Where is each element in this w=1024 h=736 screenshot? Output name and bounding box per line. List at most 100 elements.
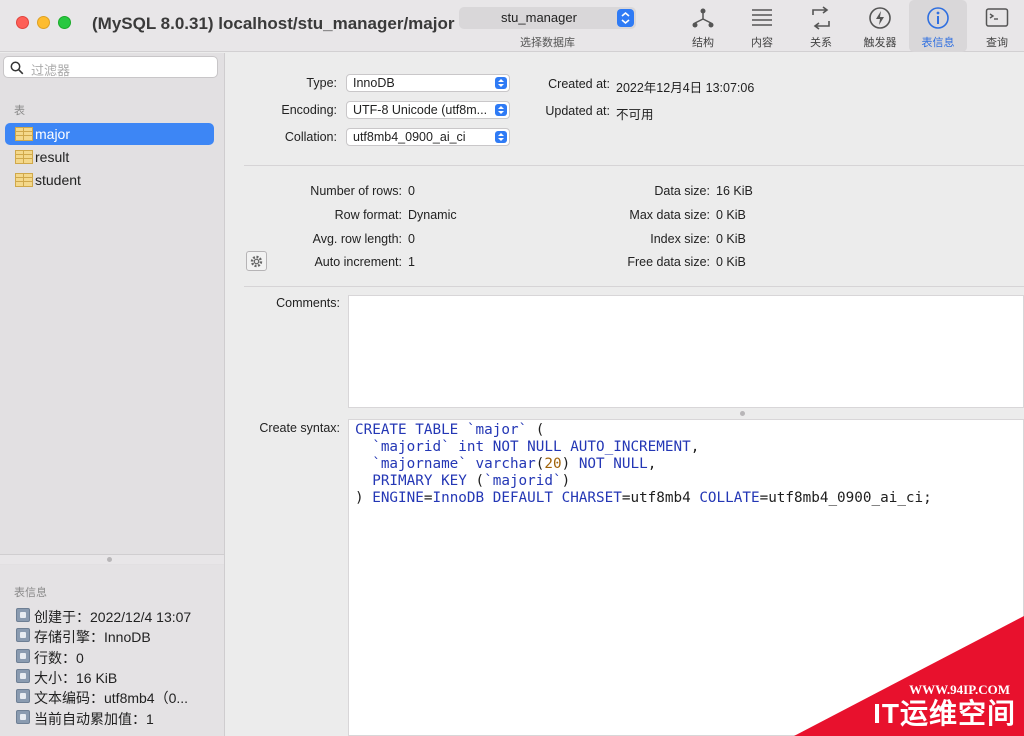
- comments-textarea[interactable]: [348, 295, 1024, 408]
- title-bar: (MySQL 8.0.31) localhost/stu_manager/maj…: [0, 0, 1024, 52]
- type-select[interactable]: InnoDB: [346, 74, 510, 92]
- divider: [244, 286, 1024, 287]
- create-syntax-label: Create syntax:: [259, 421, 340, 435]
- info-bullet-icon: [16, 710, 30, 724]
- collation-select[interactable]: utf8mb4_0900_ai_ci: [346, 128, 510, 146]
- info-rows-text: 行数：0: [34, 650, 84, 666]
- sql-identifier: `majorid`: [484, 473, 562, 489]
- table-icon: [15, 127, 33, 141]
- info-engine-text: 存储引擎：InnoDB: [34, 629, 151, 645]
- sql-number: 20: [544, 456, 562, 472]
- data-size-label: Data size:: [654, 184, 710, 198]
- index-size-value: 0 KiB: [716, 232, 746, 246]
- sidebar-table-student[interactable]: student: [5, 169, 214, 191]
- select-arrows-icon: [495, 131, 507, 143]
- sql-identifier: `majorname`: [372, 456, 467, 472]
- watermark-name: IT运维空间: [873, 698, 1016, 729]
- encoding-select[interactable]: UTF-8 Unicode (utf8m...: [346, 101, 510, 119]
- sql-keyword: ENGINE: [372, 490, 424, 506]
- index-size-label: Index size:: [650, 232, 710, 246]
- filter-input[interactable]: 过滤器: [3, 56, 218, 78]
- toolbar-table-info-label: 表信息: [921, 37, 955, 49]
- avg-row-length-value: 0: [408, 232, 415, 246]
- sql-text: ,: [647, 456, 657, 472]
- window-title: (MySQL 8.0.31) localhost/stu_manager/maj…: [92, 14, 455, 33]
- toolbar-structure-label: 结构: [692, 37, 714, 49]
- max-data-size-value: 0 KiB: [716, 208, 746, 222]
- zoom-window-button[interactable]: [58, 16, 71, 29]
- auto-increment-label: Auto increment:: [314, 255, 402, 269]
- sidebar-table-major[interactable]: major: [5, 123, 214, 145]
- splitter-handle-icon: [107, 557, 112, 562]
- toolbar-triggers-button[interactable]: 触发器: [851, 0, 909, 52]
- avg-row-length-label: Avg. row length:: [312, 232, 402, 246]
- toolbar-content-label: 内容: [751, 37, 773, 49]
- splitter-handle-icon: [740, 411, 745, 416]
- type-label: Type:: [306, 76, 337, 90]
- info-size-text: 大小：16 KiB: [34, 670, 118, 686]
- row-format-value: Dynamic: [408, 208, 457, 222]
- filter-placeholder: 过滤器: [31, 63, 71, 78]
- sidebar-table-info-panel: 表信息 创建于：2022/12/4 13:07 存储引擎：InnoDB 行数：0…: [0, 565, 224, 736]
- tables-section-label: 表: [14, 105, 25, 117]
- sql-text: ): [561, 456, 571, 472]
- sql-text: =utf8mb4: [621, 490, 700, 506]
- query-icon: [985, 8, 1009, 27]
- rows-value: 0: [408, 184, 415, 198]
- info-created-text: 创建于：2022/12/4 13:07: [34, 609, 192, 625]
- relations-icon: [812, 6, 830, 30]
- sql-keyword: NOT NULL: [578, 456, 648, 472]
- database-select[interactable]: stu_manager: [459, 7, 636, 29]
- close-window-button[interactable]: [16, 16, 29, 29]
- sql-text: (: [466, 473, 485, 489]
- toolbar-relations-label: 关系: [810, 37, 832, 49]
- info-bullet-icon: [16, 628, 30, 642]
- toolbar-content-button[interactable]: 内容: [733, 0, 791, 52]
- comments-label: Comments:: [276, 296, 340, 310]
- triggers-icon: [869, 7, 891, 29]
- toolbar-query-label: 查询: [986, 37, 1008, 49]
- sql-keyword: COLLATE: [699, 490, 760, 506]
- created-at-value: 2022年12月4日 13:07:06: [616, 81, 755, 95]
- encoding-select-value: UTF-8 Unicode (utf8m...: [353, 103, 488, 117]
- auto-increment-value: 1: [408, 255, 415, 269]
- database-select-value: stu_manager: [501, 10, 577, 25]
- row-format-label: Row format:: [334, 208, 402, 222]
- select-arrows-icon: [495, 77, 507, 89]
- table-actions-button[interactable]: [246, 251, 267, 271]
- sql-keyword: varchar: [475, 456, 536, 472]
- divider: [244, 165, 1024, 166]
- minimize-window-button[interactable]: [37, 16, 50, 29]
- free-data-size-value: 0 KiB: [716, 255, 746, 269]
- comments-splitter[interactable]: [348, 409, 1024, 419]
- sql-text: ,: [690, 439, 700, 455]
- sql-text: ): [355, 490, 373, 506]
- table-name: student: [35, 172, 81, 188]
- sql-text: (: [527, 422, 545, 438]
- data-size-value: 16 KiB: [716, 184, 753, 198]
- max-data-size-label: Max data size:: [629, 208, 710, 222]
- sidebar-table-result[interactable]: result: [5, 146, 214, 168]
- gear-icon: [250, 255, 263, 268]
- collation-select-value: utf8mb4_0900_ai_ci: [353, 130, 466, 144]
- table-info-icon: [927, 7, 949, 29]
- sql-keyword: PRIMARY KEY: [372, 473, 467, 489]
- info-encoding-text: 文本编码：utf8mb4（0...: [34, 690, 189, 706]
- toolbar-relations-button[interactable]: 关系: [792, 0, 850, 52]
- sql-text: =utf8mb4_0900_ai_ci;: [759, 490, 932, 506]
- sql-identifier: `majorid`: [372, 439, 450, 455]
- toolbar-table-info-button[interactable]: 表信息: [909, 0, 967, 52]
- collation-label: Collation:: [284, 130, 337, 144]
- updated-at-value: 不可用: [616, 108, 654, 122]
- create-syntax-code: CREATE TABLE `major` ( `majorid` int NOT…: [355, 422, 932, 507]
- table-icon: [15, 173, 33, 187]
- structure-icon: [692, 8, 714, 28]
- info-bullet-icon: [16, 608, 30, 622]
- toolbar-query-button[interactable]: 查询: [968, 0, 1024, 52]
- sql-text: ): [561, 473, 571, 489]
- toolbar-structure-button[interactable]: 结构: [674, 0, 732, 52]
- search-icon: [10, 61, 24, 75]
- sidebar-splitter[interactable]: [0, 554, 224, 564]
- sql-keyword: int NOT NULL AUTO_INCREMENT: [458, 439, 691, 455]
- toolbar-triggers-label: 触发器: [863, 37, 897, 49]
